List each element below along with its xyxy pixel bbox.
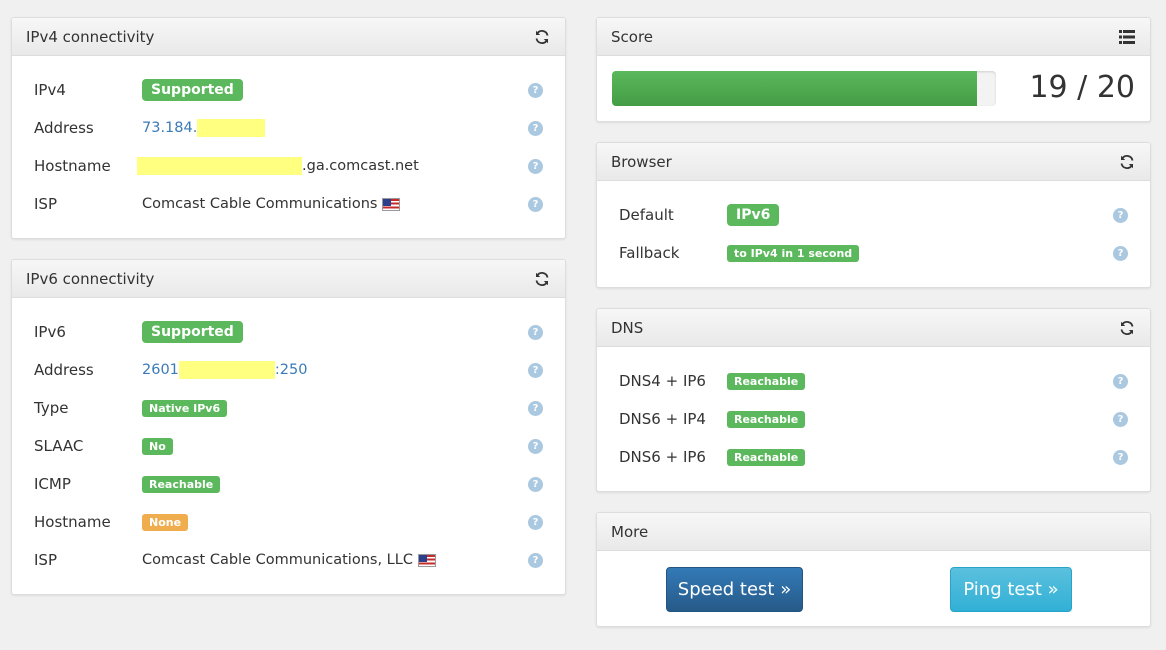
redaction-highlight xyxy=(178,361,275,379)
refresh-icon[interactable] xyxy=(1118,319,1136,337)
dns6-ip6-label: DNS6 + IP6 xyxy=(619,448,706,466)
help-icon[interactable]: ? xyxy=(528,401,543,416)
refresh-icon[interactable] xyxy=(1118,153,1136,171)
speed-test-button[interactable]: Speed test » xyxy=(666,567,803,612)
ipv6-slaac-badge: No xyxy=(142,437,173,455)
refresh-icon[interactable] xyxy=(533,28,551,46)
ipv6-address-label: Address xyxy=(34,361,94,379)
ipv4-isp-row: ISP Comcast Cable Communications ? xyxy=(34,192,543,216)
ipv6-icmp-label: ICMP xyxy=(34,475,71,493)
redaction-highlight xyxy=(137,157,302,175)
browser-default-row: Default IPv6 ? xyxy=(619,203,1128,227)
browser-default-badge: IPv6 xyxy=(727,204,780,226)
score-value: 19 / 20 xyxy=(1029,70,1135,105)
browser-fallback-row: Fallback to IPv4 in 1 second ? xyxy=(619,241,1128,265)
ipv4-supported-badge: Supported xyxy=(142,79,243,101)
ipv6-type-label: Type xyxy=(34,399,69,417)
ipv4-hostname-row: Hostname .ga.comcast.net ? xyxy=(34,154,543,178)
ipv6-isp-value: Comcast Cable Communications, LLC xyxy=(142,552,413,568)
ipv6-label: IPv6 xyxy=(34,323,66,341)
score-panel: Score 19 / 20 xyxy=(596,17,1151,122)
us-flag-icon xyxy=(417,553,436,567)
ipv6-address-prefix[interactable]: 2601 xyxy=(142,362,179,378)
help-icon[interactable]: ? xyxy=(528,121,543,136)
ipv6-hostname-row: Hostname None ? xyxy=(34,510,543,534)
ipv4-isp-label: ISP xyxy=(34,195,57,213)
ipv4-hostname-value: .ga.comcast.net xyxy=(302,158,419,174)
more-panel-title: More xyxy=(611,522,649,541)
ipv4-label: IPv4 xyxy=(34,81,66,99)
ipv6-icmp-badge: Reachable xyxy=(142,475,221,493)
ipv4-hostname-label: Hostname xyxy=(34,157,111,175)
ping-test-button[interactable]: Ping test » xyxy=(950,567,1072,612)
more-panel-header: More xyxy=(597,513,1150,551)
refresh-icon[interactable] xyxy=(533,270,551,288)
redaction-highlight xyxy=(197,119,266,137)
help-icon[interactable]: ? xyxy=(528,439,543,454)
ipv6-type-badge: Native IPv6 xyxy=(142,399,228,417)
help-icon[interactable]: ? xyxy=(1113,246,1128,261)
us-flag-icon xyxy=(382,197,401,211)
dns6-ip4-row: DNS6 + IP4 Reachable ? xyxy=(619,407,1128,431)
dns6-ip4-badge: Reachable xyxy=(727,410,806,428)
ipv6-panel-header: IPv6 connectivity xyxy=(12,260,565,298)
ipv6-hostname-label: Hostname xyxy=(34,513,111,531)
ipv6-slaac-row: SLAAC No ? xyxy=(34,434,543,458)
ipv6-address-suffix[interactable]: :250 xyxy=(275,362,308,378)
browser-fallback-badge: to IPv4 in 1 second xyxy=(727,244,860,262)
help-icon[interactable]: ? xyxy=(528,325,543,340)
dns4-ip6-label: DNS4 + IP6 xyxy=(619,372,706,390)
ipv4-isp-value: Comcast Cable Communications xyxy=(142,196,378,212)
help-icon[interactable]: ? xyxy=(528,477,543,492)
ipv6-type-row: Type Native IPv6 ? xyxy=(34,396,543,420)
ipv6-panel: IPv6 connectivity IPv6 Supported ? Addre… xyxy=(11,259,566,595)
score-progress-bar xyxy=(612,71,996,106)
dns6-ip4-label: DNS6 + IP4 xyxy=(619,410,706,428)
ipv6-row: IPv6 Supported ? xyxy=(34,320,543,344)
dns6-ip6-row: DNS6 + IP6 Reachable ? xyxy=(619,445,1128,469)
score-panel-header: Score xyxy=(597,18,1150,56)
ipv4-address-row: Address 73.184. ? xyxy=(34,116,543,140)
ipv6-hostname-badge: None xyxy=(142,513,189,531)
help-icon[interactable]: ? xyxy=(528,363,543,378)
help-icon[interactable]: ? xyxy=(528,83,543,98)
browser-panel-header: Browser xyxy=(597,143,1150,181)
browser-panel: Browser Default IPv6 ? Fallback to IPv4 … xyxy=(596,142,1151,288)
help-icon[interactable]: ? xyxy=(1113,412,1128,427)
more-panel: More Speed test » Ping test » xyxy=(596,512,1151,627)
help-icon[interactable]: ? xyxy=(528,553,543,568)
ipv4-panel-title: IPv4 connectivity xyxy=(26,27,155,46)
score-progress-fill xyxy=(612,71,977,106)
ipv6-address-row: Address 2601 :250 ? xyxy=(34,358,543,382)
dns4-ip6-row: DNS4 + IP6 Reachable ? xyxy=(619,369,1128,393)
dns-panel-header: DNS xyxy=(597,309,1150,347)
ipv4-row: IPv4 Supported ? xyxy=(34,78,543,102)
ipv6-panel-title: IPv6 connectivity xyxy=(26,269,155,288)
help-icon[interactable]: ? xyxy=(528,159,543,174)
ipv6-isp-row: ISP Comcast Cable Communications, LLC ? xyxy=(34,548,543,572)
list-icon[interactable] xyxy=(1118,28,1136,46)
browser-fallback-label: Fallback xyxy=(619,244,680,262)
score-panel-title: Score xyxy=(611,27,654,46)
ipv4-address-label: Address xyxy=(34,119,94,137)
help-icon[interactable]: ? xyxy=(1113,208,1128,223)
ipv4-panel: IPv4 connectivity IPv4 Supported ? Addre… xyxy=(11,17,566,239)
dns4-ip6-badge: Reachable xyxy=(727,372,806,390)
ipv6-isp-label: ISP xyxy=(34,551,57,569)
dns-panel: DNS DNS4 + IP6 Reachable ? DNS6 + IP4 Re… xyxy=(596,308,1151,492)
help-icon[interactable]: ? xyxy=(528,515,543,530)
dns6-ip6-badge: Reachable xyxy=(727,448,806,466)
help-icon[interactable]: ? xyxy=(1113,450,1128,465)
help-icon[interactable]: ? xyxy=(528,197,543,212)
browser-panel-title: Browser xyxy=(611,152,672,171)
ipv6-slaac-label: SLAAC xyxy=(34,437,84,455)
help-icon[interactable]: ? xyxy=(1113,374,1128,389)
browser-default-label: Default xyxy=(619,206,674,224)
ipv6-icmp-row: ICMP Reachable ? xyxy=(34,472,543,496)
ipv6-supported-badge: Supported xyxy=(142,321,243,343)
dns-panel-title: DNS xyxy=(611,318,644,337)
ipv4-address-value[interactable]: 73.184. xyxy=(142,120,197,136)
ipv4-panel-header: IPv4 connectivity xyxy=(12,18,565,56)
